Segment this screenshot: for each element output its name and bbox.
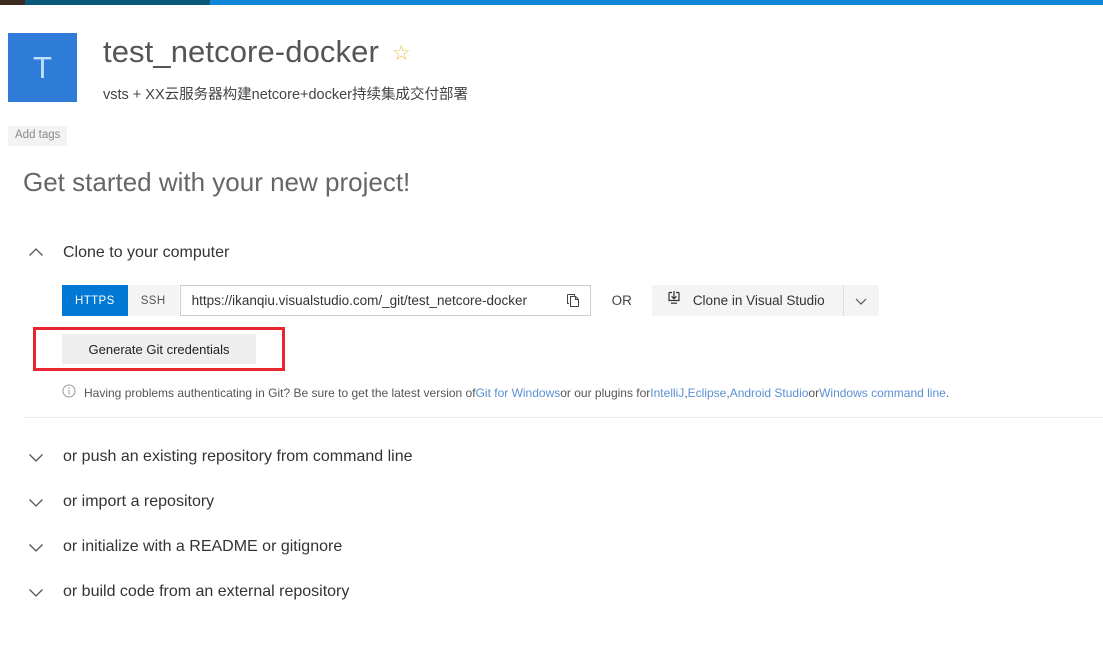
top-bar-segment-dark — [0, 0, 25, 5]
chevron-up-icon — [25, 242, 47, 264]
link-android-studio[interactable]: Android Studio — [730, 386, 809, 400]
chevron-down-icon — [25, 491, 47, 513]
chevron-down-icon — [25, 581, 47, 603]
project-header: T test_netcore-docker ☆ vsts + XX云服务器构建n… — [8, 33, 468, 104]
protocol-tab-https[interactable]: HTTPS — [62, 285, 128, 316]
clone-url-row: HTTPS SSH https://ikanqiu.visualstudio.c… — [62, 285, 879, 316]
or-separator-label: OR — [611, 293, 632, 308]
chevron-down-icon — [25, 446, 47, 468]
section-build-external-repository[interactable]: or build code from an external repositor… — [25, 581, 349, 603]
section-push-existing-repository[interactable]: or push an existing repository from comm… — [25, 446, 413, 468]
project-title-row: test_netcore-docker ☆ — [103, 33, 468, 71]
section-initialize-readme-gitignore[interactable]: or initialize with a README or gitignore — [25, 536, 342, 558]
link-git-for-windows[interactable]: Git for Windows — [476, 386, 561, 400]
generate-git-credentials-button[interactable]: Generate Git credentials — [62, 334, 256, 364]
section-label: or push an existing repository from comm… — [63, 448, 413, 465]
clone-url-value[interactable]: https://ikanqiu.visualstudio.com/_git/te… — [181, 293, 558, 308]
link-intellij[interactable]: IntelliJ — [650, 386, 684, 400]
help-text-part-6: . — [945, 385, 950, 400]
page-title: test_netcore-docker — [103, 34, 379, 69]
clone-in-visual-studio-button[interactable]: Clone in Visual Studio — [651, 285, 879, 316]
clone-section: Clone to your computer — [25, 242, 229, 264]
section-label: or build code from an external repositor… — [63, 583, 350, 600]
link-windows-command-line[interactable]: Windows command line — [819, 386, 946, 400]
section-import-repository[interactable]: or import a repository — [25, 491, 214, 513]
top-bar-segment-teal — [25, 0, 210, 5]
help-text-part-5: or — [808, 385, 820, 400]
clone-url-field[interactable]: https://ikanqiu.visualstudio.com/_git/te… — [179, 285, 591, 316]
clone-in-visual-studio-label: Clone in Visual Studio — [692, 293, 825, 308]
top-accent-bar — [0, 0, 1103, 5]
clone-section-header[interactable]: Clone to your computer — [25, 242, 229, 264]
protocol-tab-ssh[interactable]: SSH — [127, 285, 179, 316]
copy-icon[interactable] — [558, 286, 590, 315]
clone-section-title: Clone to your computer — [63, 244, 230, 261]
help-text-part-1: Having problems authenticating in Git? B… — [84, 385, 476, 400]
project-avatar-letter: T — [33, 49, 52, 85]
section-label: or initialize with a README or gitignore — [63, 538, 343, 555]
top-bar-segment-blue — [210, 0, 1103, 5]
project-header-text: test_netcore-docker ☆ vsts + XX云服务器构建net… — [103, 33, 468, 104]
get-started-heading: Get started with your new project! — [23, 167, 411, 197]
favorite-star-icon[interactable]: ☆ — [392, 43, 411, 64]
section-divider — [25, 417, 1103, 418]
chevron-down-icon — [25, 536, 47, 558]
chevron-down-icon[interactable] — [842, 285, 879, 316]
clone-help-text: Having problems authenticating in Git? B… — [62, 384, 949, 401]
section-label: or import a repository — [63, 493, 215, 510]
project-avatar: T — [8, 33, 77, 102]
link-eclipse[interactable]: Eclipse — [688, 386, 727, 400]
help-text-part-2: or our plugins for — [560, 385, 651, 400]
info-icon — [62, 384, 76, 401]
visual-studio-clone-icon — [666, 290, 682, 311]
add-tags-button[interactable]: Add tags — [8, 126, 68, 146]
project-description: vsts + XX云服务器构建netcore+docker持续集成交付部署 — [103, 87, 468, 103]
